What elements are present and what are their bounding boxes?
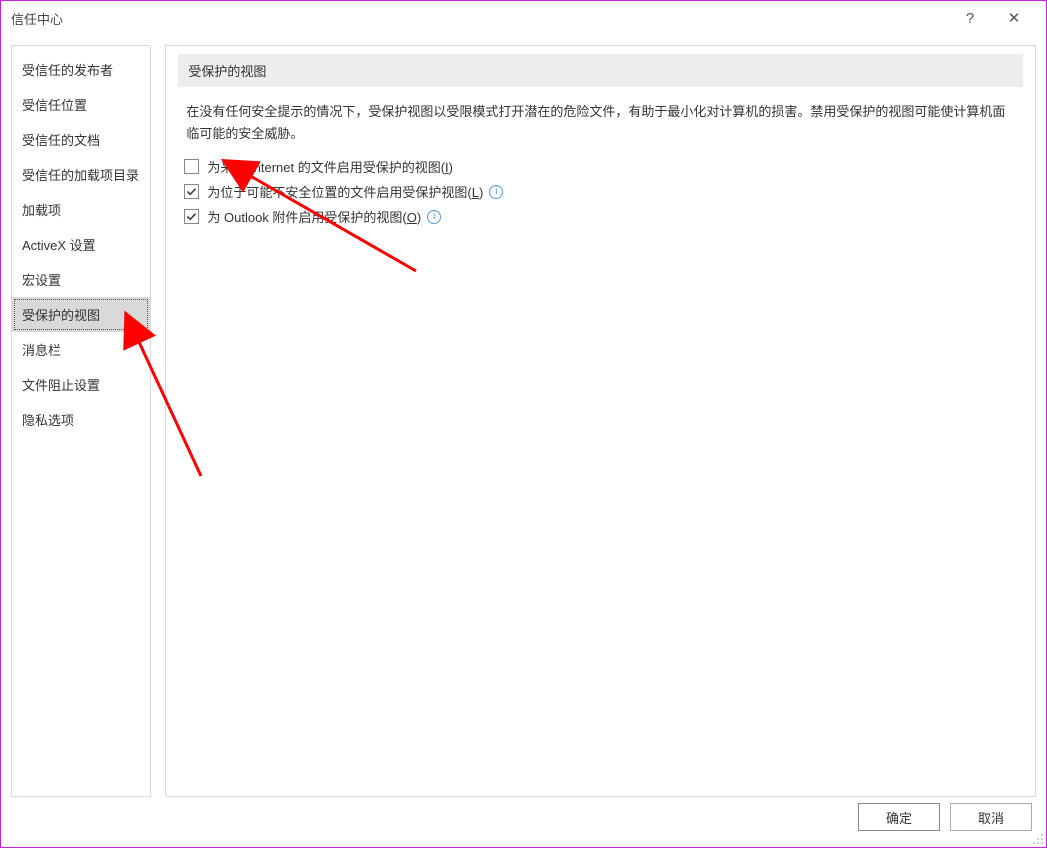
help-button[interactable]: ? <box>948 1 992 35</box>
options-group: 为来自 Internet 的文件启用受保护的视图(I) 为位于可能不安全位置的文件… <box>184 157 1023 226</box>
option-row: 为位于可能不安全位置的文件启用受保护视图(L) i <box>184 182 1023 201</box>
sidebar-item-label: 加载项 <box>22 203 61 218</box>
resize-grip-icon[interactable] <box>1032 833 1044 845</box>
info-icon[interactable]: i <box>427 210 441 224</box>
cancel-button[interactable]: 取消 <box>950 803 1032 831</box>
sidebar-item-label: 宏设置 <box>22 273 61 288</box>
titlebar: 信任中心 ? ✕ <box>1 1 1046 35</box>
sidebar-item-label: 消息栏 <box>22 343 61 358</box>
sidebar-item-label: 受信任的发布者 <box>22 63 113 78</box>
sidebar-item[interactable]: 受信任位置 <box>12 87 150 122</box>
option-label[interactable]: 为来自 Internet 的文件启用受保护的视图(I) <box>207 157 453 176</box>
ok-button[interactable]: 确定 <box>858 803 940 831</box>
sidebar-item-label: ActiveX 设置 <box>22 238 96 253</box>
section-description: 在没有任何安全提示的情况下，受保护视图以受限模式打开潜在的危险文件，有助于最小化… <box>186 101 1015 145</box>
sidebar-item-label: 受信任的文档 <box>22 133 100 148</box>
option-row: 为来自 Internet 的文件启用受保护的视图(I) <box>184 157 1023 176</box>
sidebar-item[interactable]: 受信任的加载项目录 <box>12 157 150 192</box>
info-icon[interactable]: i <box>489 185 503 199</box>
section-header: 受保护的视图 <box>178 54 1023 87</box>
checkbox[interactable] <box>184 209 199 224</box>
sidebar-item[interactable]: 消息栏 <box>12 332 150 367</box>
close-button[interactable]: ✕ <box>992 1 1036 35</box>
sidebar-item[interactable]: 文件阻止设置 <box>12 367 150 402</box>
option-label[interactable]: 为 Outlook 附件启用受保护的视图(O) <box>207 207 421 226</box>
sidebar-item[interactable]: 宏设置 <box>12 262 150 297</box>
trust-center-dialog: 信任中心 ? ✕ 受信任的发布者受信任位置受信任的文档受信任的加载项目录加载项 A… <box>0 0 1047 848</box>
content-panel: 受保护的视图 在没有任何安全提示的情况下，受保护视图以受限模式打开潜在的危险文件… <box>165 45 1036 797</box>
sidebar: 受信任的发布者受信任位置受信任的文档受信任的加载项目录加载项 ActiveX 设置… <box>11 45 151 797</box>
checkbox[interactable] <box>184 159 199 174</box>
sidebar-item-label: 受信任的加载项目录 <box>22 168 139 183</box>
sidebar-item-label: 文件阻止设置 <box>22 378 100 393</box>
sidebar-item[interactable]: ActiveX 设置 <box>12 227 150 262</box>
sidebar-item-label: 受信任位置 <box>22 98 87 113</box>
dialog-title: 信任中心 <box>11 9 63 28</box>
checkbox[interactable] <box>184 184 199 199</box>
sidebar-item[interactable]: 受保护的视图 <box>12 297 150 332</box>
sidebar-item-label: 受保护的视图 <box>22 308 100 323</box>
sidebar-item[interactable]: 受信任的发布者 <box>12 52 150 87</box>
option-row: 为 Outlook 附件启用受保护的视图(O) i <box>184 207 1023 226</box>
dialog-footer: 确定 取消 <box>1 797 1046 847</box>
sidebar-item[interactable]: 受信任的文档 <box>12 122 150 157</box>
sidebar-item[interactable]: 加载项 <box>12 192 150 227</box>
option-label[interactable]: 为位于可能不安全位置的文件启用受保护视图(L) <box>207 182 483 201</box>
sidebar-item[interactable]: 隐私选项 <box>12 402 150 437</box>
sidebar-item-label: 隐私选项 <box>22 413 74 428</box>
